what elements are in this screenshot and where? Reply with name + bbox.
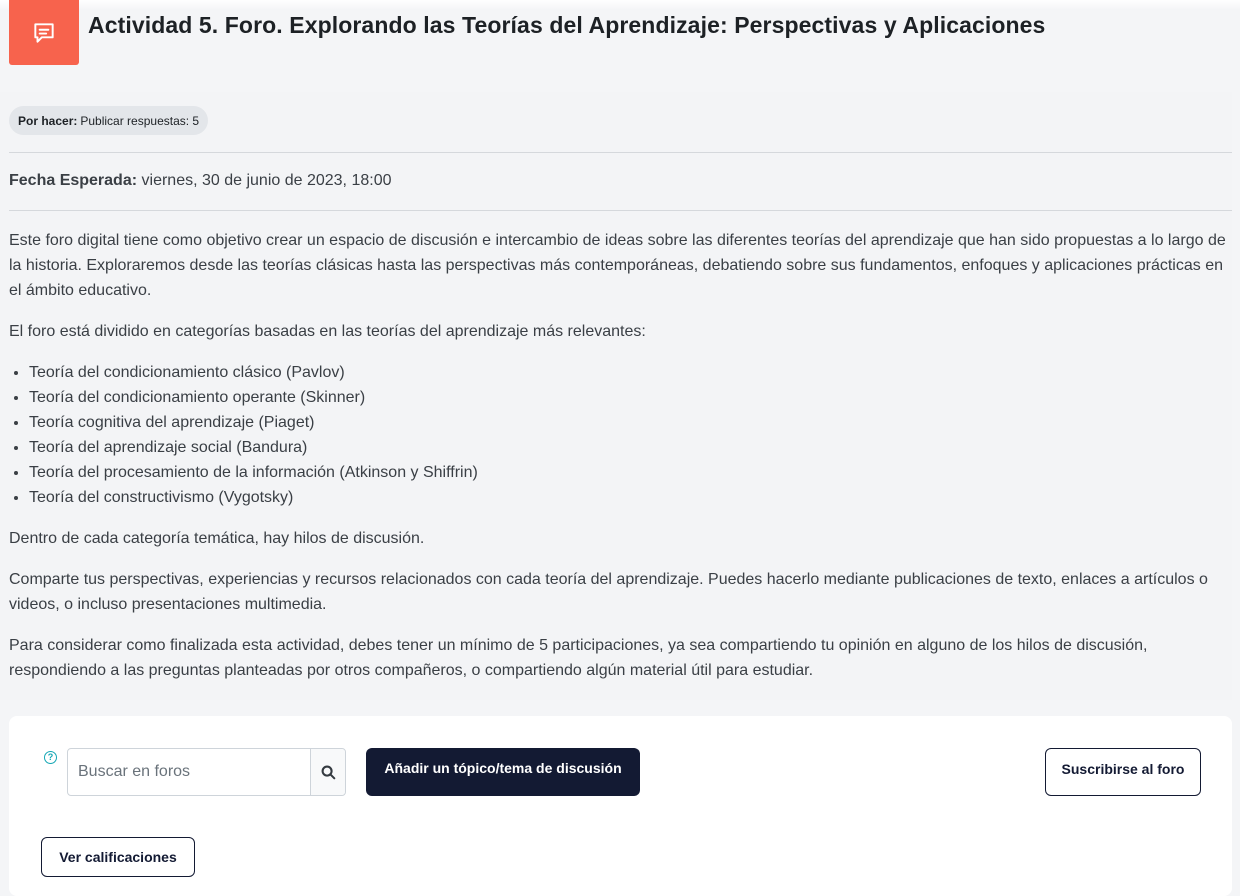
list-item: Teoría del constructivismo (Vygotsky)	[29, 485, 1234, 510]
view-grades-button[interactable]: Ver calificaciones	[41, 837, 195, 877]
completion-text: Publicar respuestas: 5	[80, 113, 200, 128]
list-item: Teoría del procesamiento de la informaci…	[29, 460, 1234, 485]
categories-intro: El foro está dividido en categorías basa…	[9, 323, 646, 340]
completion-badge: Por hacer: Publicar respuestas: 5	[9, 106, 209, 135]
threads-note: Dentro de cada categoría temática, hay h…	[9, 530, 425, 547]
divider	[9, 152, 1232, 153]
page-title: Actividad 5. Foro. Explorando las Teoría…	[88, 12, 1046, 38]
forum-activity-icon	[9, 0, 79, 65]
description-intro: Este foro digital tiene como objetivo cr…	[9, 232, 1226, 299]
list-item: Teoría cognitiva del aprendizaje (Piaget…	[29, 410, 1234, 435]
subscribe-button[interactable]: Suscribirse al foro	[1045, 748, 1201, 796]
top-shadow	[0, 0, 1240, 10]
question-circle-icon[interactable]: ?	[44, 751, 57, 764]
forum-icon	[34, 22, 54, 43]
search-button[interactable]	[310, 749, 345, 795]
list-item: Teoría del condicionamiento clásico (Pav…	[29, 360, 1234, 385]
activity-description: Este foro digital tiene como objetivo cr…	[9, 228, 1234, 699]
completion-label: Por hacer:	[18, 113, 78, 128]
completion-note: Para considerar como finalizada esta act…	[9, 637, 1148, 679]
categories-list: Teoría del condicionamiento clásico (Pav…	[9, 360, 1234, 510]
search-input[interactable]	[68, 749, 310, 795]
forum-search	[67, 748, 346, 796]
due-date: Fecha Esperada: viernes, 30 de junio de …	[9, 172, 391, 190]
due-date-label: Fecha Esperada:	[9, 172, 138, 189]
share-note: Comparte tus perspectivas, experiencias …	[9, 571, 1208, 613]
list-item: Teoría del aprendizaje social (Bandura)	[29, 435, 1234, 460]
due-date-value: viernes, 30 de junio de 2023, 18:00	[141, 172, 392, 189]
list-item: Teoría del condicionamiento operante (Sk…	[29, 385, 1234, 410]
add-topic-button[interactable]: Añadir un tópico/tema de discusión	[366, 748, 640, 796]
divider	[9, 210, 1232, 211]
search-icon	[321, 765, 335, 779]
